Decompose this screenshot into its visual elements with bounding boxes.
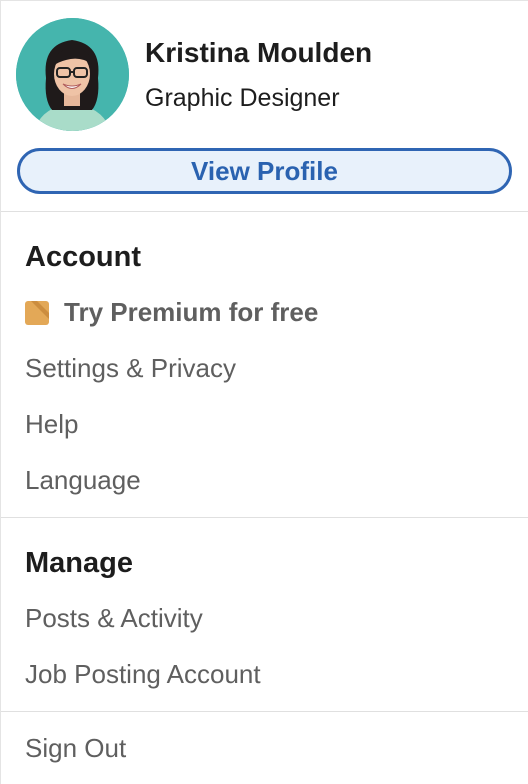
account-heading: Account bbox=[25, 241, 141, 273]
try-premium-link[interactable]: Try Premium for free bbox=[25, 297, 318, 328]
account-section: Account Try Premium for free Settings & … bbox=[1, 212, 528, 518]
profile-headline: Graphic Designer bbox=[145, 84, 340, 112]
job-posting-account-link[interactable]: Job Posting Account bbox=[25, 659, 261, 690]
posts-activity-link[interactable]: Posts & Activity bbox=[25, 603, 203, 634]
premium-gold-icon bbox=[25, 300, 49, 325]
manage-heading: Manage bbox=[25, 547, 133, 579]
settings-privacy-link[interactable]: Settings & Privacy bbox=[25, 353, 236, 384]
profile-name: Kristina Moulden bbox=[145, 37, 373, 68]
profile-section: Kristina Moulden Graphic Designer View P… bbox=[1, 1, 528, 212]
avatar-photo bbox=[16, 18, 129, 131]
view-profile-button[interactable]: View Profile bbox=[17, 148, 512, 194]
account-dropdown-menu: Kristina Moulden Graphic Designer View P… bbox=[0, 0, 528, 784]
try-premium-label: Try Premium for free bbox=[64, 297, 319, 327]
avatar[interactable] bbox=[16, 18, 129, 131]
sign-out-link[interactable]: Sign Out bbox=[25, 733, 126, 764]
manage-section: Manage Posts & Activity Job Posting Acco… bbox=[1, 518, 528, 712]
language-link[interactable]: Language bbox=[25, 465, 141, 496]
help-link[interactable]: Help bbox=[25, 409, 78, 440]
sign-out-section: Sign Out bbox=[1, 712, 528, 784]
